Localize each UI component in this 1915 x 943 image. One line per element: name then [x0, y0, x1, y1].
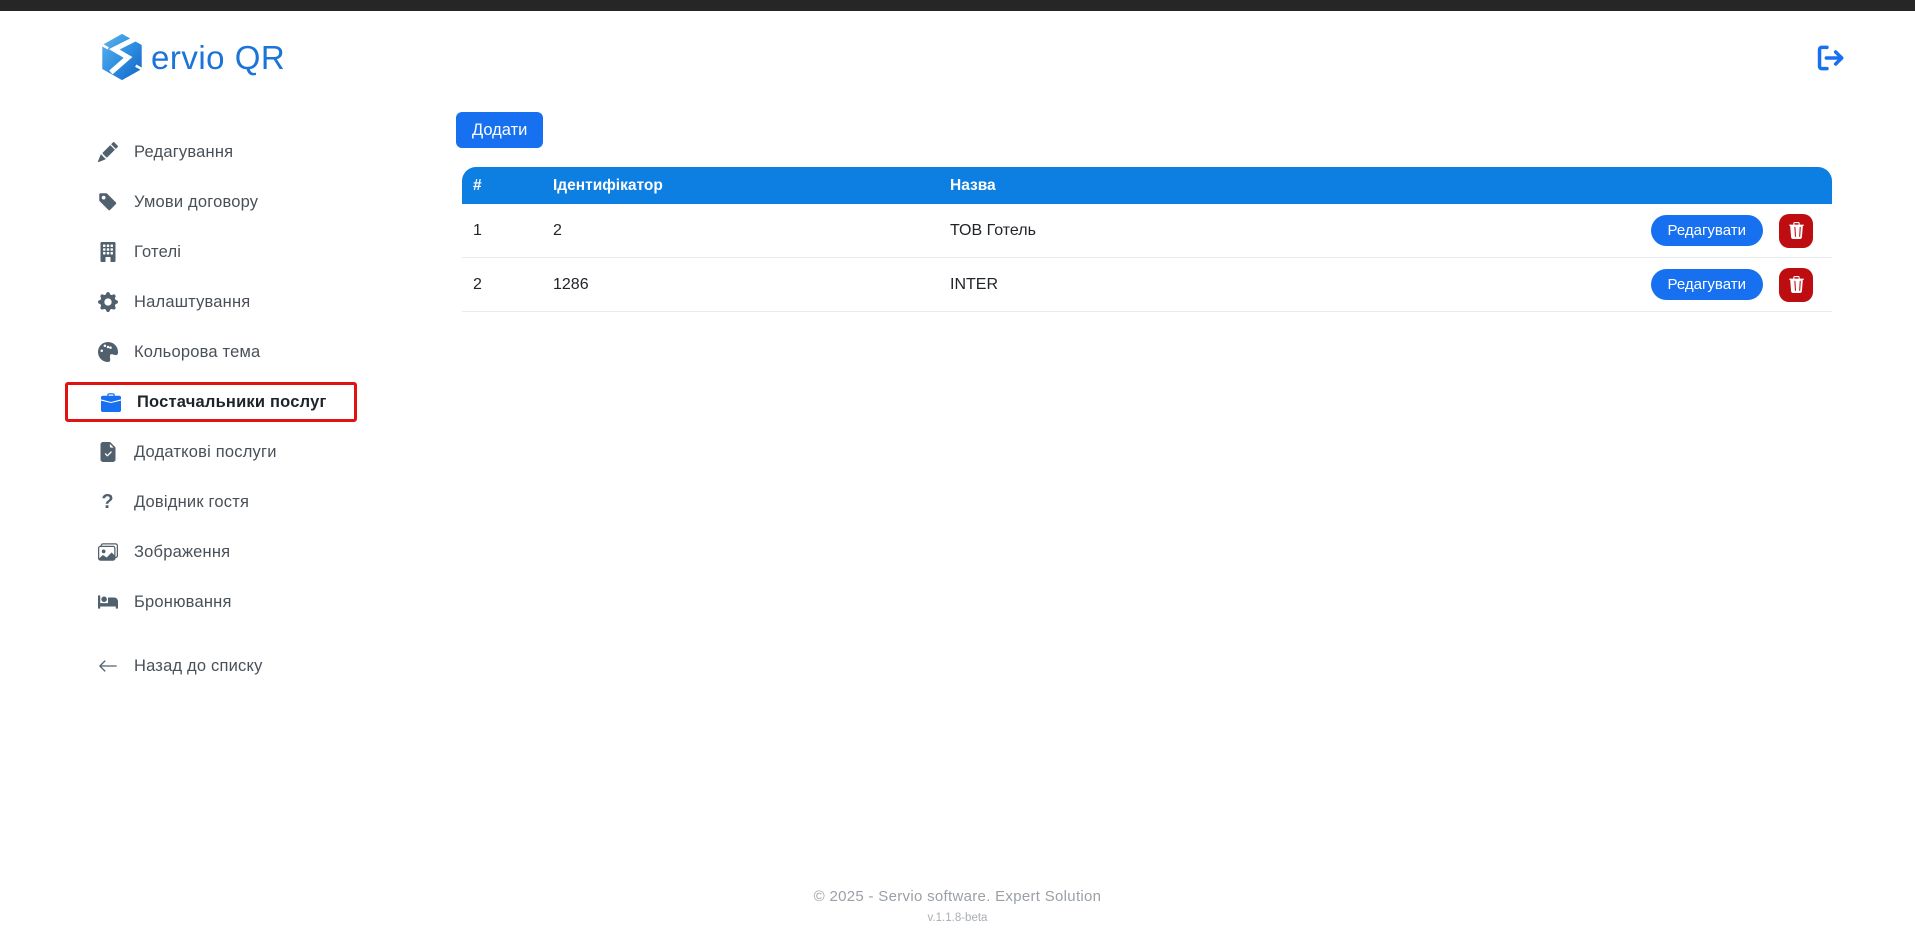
cell-actions: Редагувати: [1602, 213, 1832, 248]
tag-icon: [97, 192, 118, 213]
sidebar-item-label: Постачальники послуг: [137, 392, 327, 411]
cell-identifier: 1286: [553, 275, 589, 293]
sidebar-item-label: Зображення: [134, 542, 231, 561]
brand-logo-text: ervio QR: [151, 38, 286, 76]
sidebar-item-booking[interactable]: Бронювання: [65, 577, 357, 627]
footer: © 2025 - Servio software. Expert Solutio…: [0, 888, 1915, 924]
sidebar-item-service-providers[interactable]: Постачальники послуг: [65, 382, 357, 422]
delete-button[interactable]: [1779, 213, 1813, 248]
briefcase-icon: [100, 392, 121, 413]
cell-num: 2: [473, 275, 482, 293]
delete-button[interactable]: [1779, 267, 1813, 302]
logout-button[interactable]: [1813, 42, 1849, 76]
table-row: 2 1286 INTER Редагувати: [462, 258, 1832, 312]
hotel-icon: [97, 242, 118, 263]
bed-icon: [97, 592, 118, 613]
sidebar-item-label: Назад до списку: [134, 656, 263, 675]
sidebar-item-additional-services[interactable]: Додаткові послуги: [65, 427, 357, 477]
cell-num: 1: [473, 221, 482, 239]
sidebar-item-settings[interactable]: Налаштування: [65, 277, 357, 327]
images-icon: [97, 542, 118, 563]
sidebar-item-label: Умови договору: [134, 192, 259, 211]
sidebar-item-editing[interactable]: Редагування: [65, 127, 357, 177]
sidebar-item-label: Готелі: [134, 242, 182, 261]
cell-name: INTER: [950, 275, 998, 293]
pencil-icon: [97, 142, 118, 163]
sidebar-item-guest-guide[interactable]: ? Довідник гостя: [65, 477, 357, 527]
service-providers-table: # Ідентифікатор Назва 1 2 ТОВ Готель Ред…: [462, 167, 1832, 312]
cell-actions: Редагувати: [1602, 267, 1832, 302]
sidebar-item-label: Налаштування: [134, 292, 251, 311]
gear-icon: [97, 292, 118, 313]
sidebar-item-contract-terms[interactable]: Умови договору: [65, 177, 357, 227]
servio-logo-icon: [101, 33, 143, 81]
brand-logo[interactable]: ervio QR: [99, 33, 285, 81]
table-row: 1 2 ТОВ Готель Редагувати: [462, 204, 1832, 258]
arrow-left-icon: [97, 656, 118, 677]
edit-button[interactable]: Редагувати: [1650, 269, 1763, 300]
top-black-bar: [0, 0, 1915, 11]
version-text: v.1.1.8-beta: [927, 912, 988, 924]
sidebar-item-label: Бронювання: [134, 592, 232, 611]
cell-identifier: 2: [553, 221, 562, 239]
column-header-num: #: [473, 176, 482, 194]
sidebar-item-color-theme[interactable]: Кольорова тема: [65, 327, 357, 377]
document-check-icon: [97, 442, 118, 463]
trash-icon: [1788, 222, 1804, 239]
cell-name: ТОВ Готель: [950, 221, 1036, 239]
sidebar-item-label: Довідник гостя: [134, 492, 250, 511]
logout-icon: [1817, 45, 1844, 71]
table-header-row: # Ідентифікатор Назва: [462, 167, 1832, 204]
question-icon: ?: [101, 491, 114, 513]
sidebar-item-label: Кольорова тема: [134, 342, 261, 361]
sidebar-item-label: Додаткові послуги: [134, 442, 277, 461]
edit-button[interactable]: Редагувати: [1650, 215, 1763, 246]
sidebar: Редагування Умови договору Готелі Налашт…: [65, 127, 357, 691]
sidebar-item-hotels[interactable]: Готелі: [65, 227, 357, 277]
column-header-name: Назва: [950, 176, 996, 194]
sidebar-item-images[interactable]: Зображення: [65, 527, 357, 577]
palette-icon: [97, 342, 118, 363]
sidebar-item-back-to-list[interactable]: Назад до списку: [65, 641, 357, 691]
copyright-text: © 2025 - Servio software. Expert Solutio…: [813, 888, 1102, 905]
page: ervio QR Редагування Умови договору Готе: [0, 0, 1915, 943]
column-header-identifier: Ідентифікатор: [553, 176, 663, 194]
trash-icon: [1788, 276, 1804, 293]
add-button[interactable]: Додати: [456, 112, 544, 148]
sidebar-item-label: Редагування: [134, 142, 234, 161]
